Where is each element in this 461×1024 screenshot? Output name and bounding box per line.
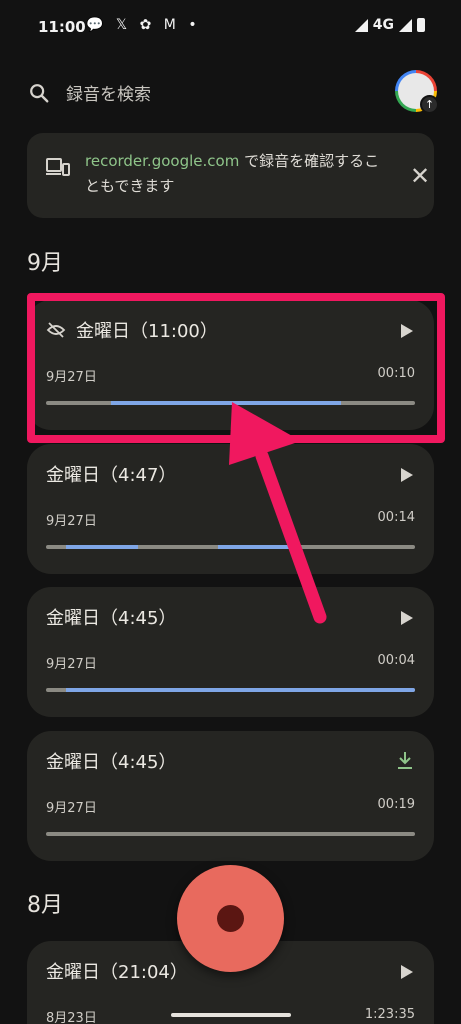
record-button[interactable] bbox=[177, 865, 284, 972]
home-indicator[interactable] bbox=[171, 1013, 291, 1017]
record-icon bbox=[217, 905, 244, 932]
